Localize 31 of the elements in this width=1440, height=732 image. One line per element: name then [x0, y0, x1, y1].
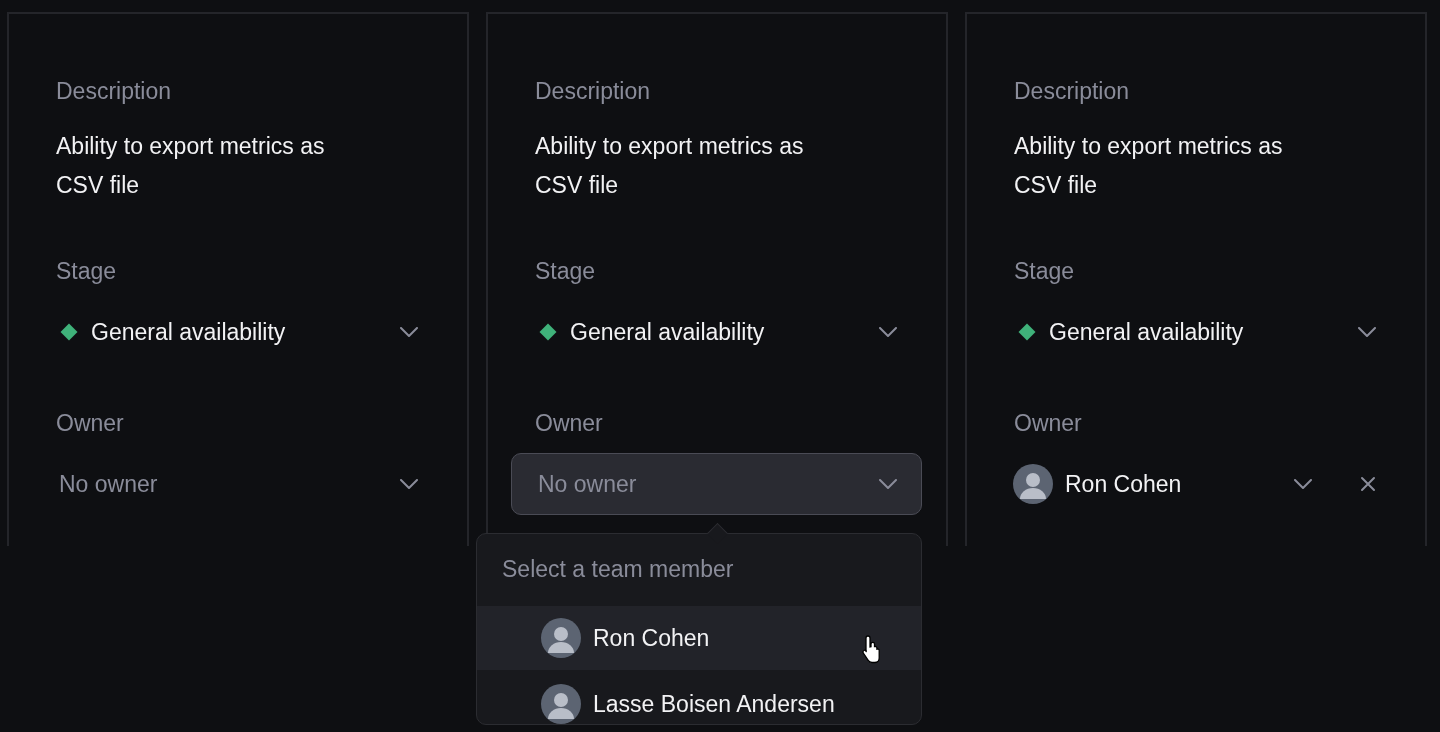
- member-option[interactable]: Lasse Boisen Andersen: [477, 672, 921, 732]
- field-label: Owner: [56, 409, 125, 437]
- field-label: Owner: [1014, 409, 1083, 437]
- field-label: Description: [1014, 77, 1131, 105]
- description-text: Ability to export metrics as CSV file: [56, 132, 326, 200]
- stage-select[interactable]: General availability: [511, 301, 922, 363]
- chevron-down-icon: [879, 327, 897, 337]
- chevron-down-icon: [879, 479, 897, 489]
- avatar-icon: [1013, 464, 1053, 504]
- chevron-down-icon: [400, 327, 418, 337]
- owner-select[interactable]: No owner: [32, 453, 443, 515]
- owner-select[interactable]: Ron Cohen: [990, 453, 1401, 515]
- description-text: Ability to export metrics as CSV file: [1014, 132, 1284, 200]
- close-icon: [1360, 476, 1376, 492]
- chevron-down-icon: [1294, 479, 1312, 489]
- clear-button[interactable]: [1360, 476, 1376, 492]
- field-label: Description: [56, 77, 173, 105]
- field-label: Owner: [535, 409, 604, 437]
- field-label: Stage: [1014, 257, 1076, 285]
- avatar-icon: [541, 684, 581, 724]
- chevron-down-icon: [1358, 327, 1376, 337]
- dropdown-title: Select a team member: [501, 555, 735, 584]
- field-label: Stage: [535, 257, 597, 285]
- chevron-down-icon: [400, 479, 418, 489]
- field-label: Stage: [56, 257, 118, 285]
- stage-select[interactable]: General availability: [990, 301, 1401, 363]
- avatar-icon: [541, 618, 581, 658]
- field-label: Description: [535, 77, 652, 105]
- member-option[interactable]: Ron Cohen: [477, 606, 921, 670]
- stage-select[interactable]: General availability: [32, 301, 443, 363]
- description-text: Ability to export metrics as CSV file: [535, 132, 805, 200]
